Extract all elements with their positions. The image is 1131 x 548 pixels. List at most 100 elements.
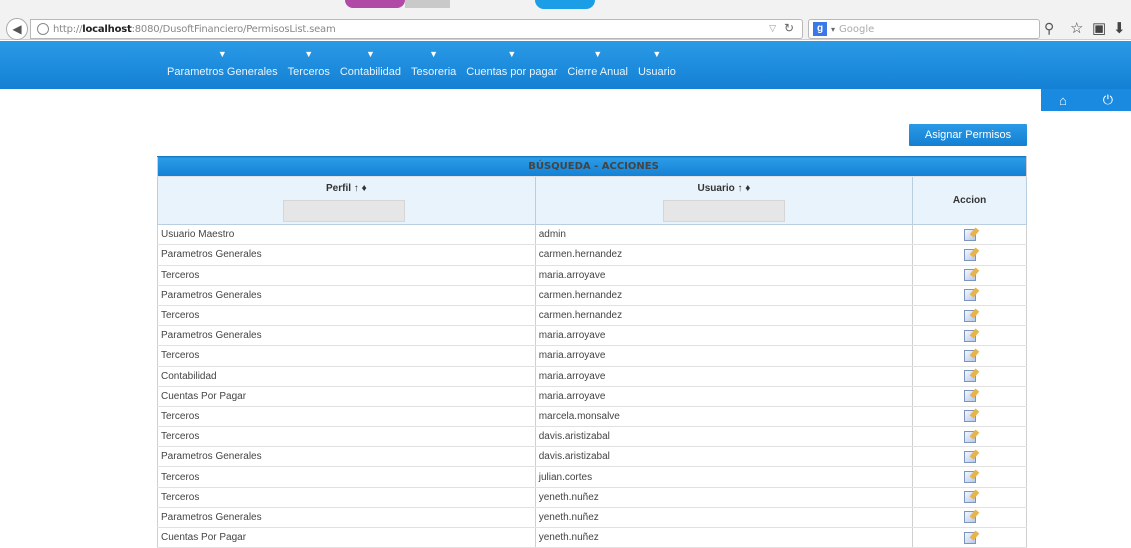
usuario-cell: maria.arroyave xyxy=(534,386,914,407)
tab-decoration xyxy=(345,0,405,8)
perfil-header[interactable]: Perfil ↑ ♦ xyxy=(157,176,536,226)
usuario-header-label: Usuario ↑ xyxy=(697,183,743,195)
accion-cell xyxy=(912,325,1027,347)
reload-icon[interactable]: ↻ xyxy=(784,21,794,35)
back-button[interactable]: ◀ xyxy=(6,18,28,40)
perfil-cell: Parametros Generales xyxy=(157,285,536,306)
edit-icon[interactable] xyxy=(963,329,976,342)
edit-icon[interactable] xyxy=(963,511,976,524)
usuario-header[interactable]: Usuario ↑ ♦ xyxy=(534,176,914,226)
edit-icon[interactable] xyxy=(963,471,976,484)
search-icon[interactable]: ⚲ xyxy=(1044,20,1054,37)
accion-cell xyxy=(912,507,1027,529)
perfil-cell: Terceros xyxy=(157,305,536,327)
caret-down-icon: ▼ xyxy=(304,49,314,59)
perfil-cell: Parametros Generales xyxy=(157,446,536,468)
permissions-table: BÚSQUEDA - ACCIONES Perfil ↑ ♦ Usuario ↑… xyxy=(157,155,1027,548)
download-icon[interactable]: ⬇ xyxy=(1113,19,1126,37)
dropdown-icon[interactable]: ▾ xyxy=(831,25,835,34)
nav-cuentas-por-pagar[interactable]: ▼ Cuentas por pagar xyxy=(466,49,557,78)
table-row: Cuentas Por Pagar yeneth.nuñez xyxy=(157,527,1027,548)
perfil-cell: Terceros xyxy=(157,466,536,488)
perfil-cell: Terceros xyxy=(157,426,536,448)
usuario-cell: davis.aristizabal xyxy=(534,446,914,468)
table-row: Terceros maria.arroyave xyxy=(157,345,1027,367)
table-row: Usuario Maestro admin xyxy=(157,224,1027,246)
usuario-cell: julian.cortes xyxy=(534,466,914,488)
table-row: Parametros Generales davis.aristizabal xyxy=(157,446,1027,468)
table-row: Parametros Generales carmen.hernandez xyxy=(157,244,1027,266)
perfil-cell: Terceros xyxy=(157,406,536,428)
edit-icon[interactable] xyxy=(963,430,976,443)
usuario-cell: maria.arroyave xyxy=(534,345,914,367)
edit-icon[interactable] xyxy=(963,410,976,423)
accion-cell xyxy=(912,487,1027,508)
accion-cell xyxy=(912,527,1027,548)
perfil-cell: Usuario Maestro xyxy=(157,224,536,246)
caret-down-icon: ▼ xyxy=(593,49,603,59)
edit-icon[interactable] xyxy=(963,450,976,463)
perfil-filter-input[interactable] xyxy=(283,200,405,223)
accion-cell xyxy=(912,345,1027,367)
table-row: Terceros carmen.hernandez xyxy=(157,305,1027,327)
caret-down-icon: ▼ xyxy=(507,49,517,59)
accion-cell xyxy=(912,265,1027,286)
table-title: BÚSQUEDA - ACCIONES xyxy=(157,155,1027,178)
caret-down-icon: ▼ xyxy=(365,49,375,59)
table-row: Contabilidad maria.arroyave xyxy=(157,366,1027,387)
nav-tesoreria[interactable]: ▼ Tesoreria xyxy=(411,49,456,78)
edit-icon[interactable] xyxy=(963,531,976,544)
usuario-cell: maria.arroyave xyxy=(534,366,914,387)
nav-contabilidad[interactable]: ▼ Contabilidad xyxy=(340,49,401,78)
usuario-filter-input[interactable] xyxy=(662,200,785,223)
usuario-cell: carmen.hernandez xyxy=(534,305,914,327)
nav-terceros[interactable]: ▼ Terceros xyxy=(288,49,330,78)
edit-icon[interactable] xyxy=(963,269,976,282)
accion-header: Accion xyxy=(912,176,1027,226)
edit-icon[interactable] xyxy=(963,390,976,403)
power-icon[interactable]: ⏻ xyxy=(1103,92,1113,108)
usuario-cell: marcela.monsalve xyxy=(534,406,914,428)
perfil-cell: Parametros Generales xyxy=(157,244,536,266)
edit-icon[interactable] xyxy=(963,309,976,322)
edit-icon[interactable] xyxy=(963,289,976,302)
accion-cell xyxy=(912,285,1027,306)
search-bar[interactable]: g ▾ Google xyxy=(808,19,1040,39)
table-row: Terceros marcela.monsalve xyxy=(157,406,1027,428)
edit-icon[interactable] xyxy=(963,228,976,241)
globe-icon xyxy=(37,23,49,35)
edit-icon[interactable] xyxy=(963,248,976,261)
search-input[interactable]: Google xyxy=(839,24,874,35)
quick-actions-bar: ⌂ ⏻ xyxy=(1041,89,1131,111)
nav-parametros-generales[interactable]: ▼ Parametros Generales xyxy=(167,49,278,78)
browser-toolbar: ◀ http://localhost:8080/DusoftFinanciero… xyxy=(0,0,1131,40)
table-row: Terceros julian.cortes xyxy=(157,466,1027,488)
table-row: Parametros Generales carmen.hernandez xyxy=(157,285,1027,306)
edit-icon[interactable] xyxy=(963,491,976,504)
star-icon[interactable]: ☆ xyxy=(1070,19,1083,37)
table-row: Parametros Generales maria.arroyave xyxy=(157,325,1027,347)
perfil-cell: Cuentas Por Pagar xyxy=(157,527,536,548)
nav-cierre-anual[interactable]: ▼ Cierre Anual xyxy=(567,49,628,78)
home-icon[interactable]: ⌂ xyxy=(1059,93,1067,108)
table-row: Parametros Generales yeneth.nuñez xyxy=(157,507,1027,529)
address-bar[interactable]: http://localhost:8080/DusoftFinanciero/P… xyxy=(30,19,803,39)
tab-decoration xyxy=(405,0,450,8)
accion-cell xyxy=(912,406,1027,428)
usuario-cell: carmen.hernandez xyxy=(534,244,914,266)
sort-icon[interactable]: ♦ xyxy=(362,183,367,194)
edit-icon[interactable] xyxy=(963,370,976,383)
perfil-cell: Terceros xyxy=(157,345,536,367)
sort-icon[interactable]: ♦ xyxy=(745,183,750,194)
nav-usuario[interactable]: ▼ Usuario xyxy=(638,49,676,78)
dropdown-icon[interactable]: ▽ xyxy=(769,23,776,34)
perfil-cell: Cuentas Por Pagar xyxy=(157,386,536,407)
usuario-cell: carmen.hernandez xyxy=(534,285,914,306)
clipboard-icon[interactable]: ▣ xyxy=(1092,19,1106,37)
accion-cell xyxy=(912,446,1027,468)
table-row: Cuentas Por Pagar maria.arroyave xyxy=(157,386,1027,407)
perfil-cell: Contabilidad xyxy=(157,366,536,387)
assign-permissions-button[interactable]: Asignar Permisos xyxy=(909,124,1027,146)
usuario-cell: maria.arroyave xyxy=(534,325,914,347)
edit-icon[interactable] xyxy=(963,349,976,362)
